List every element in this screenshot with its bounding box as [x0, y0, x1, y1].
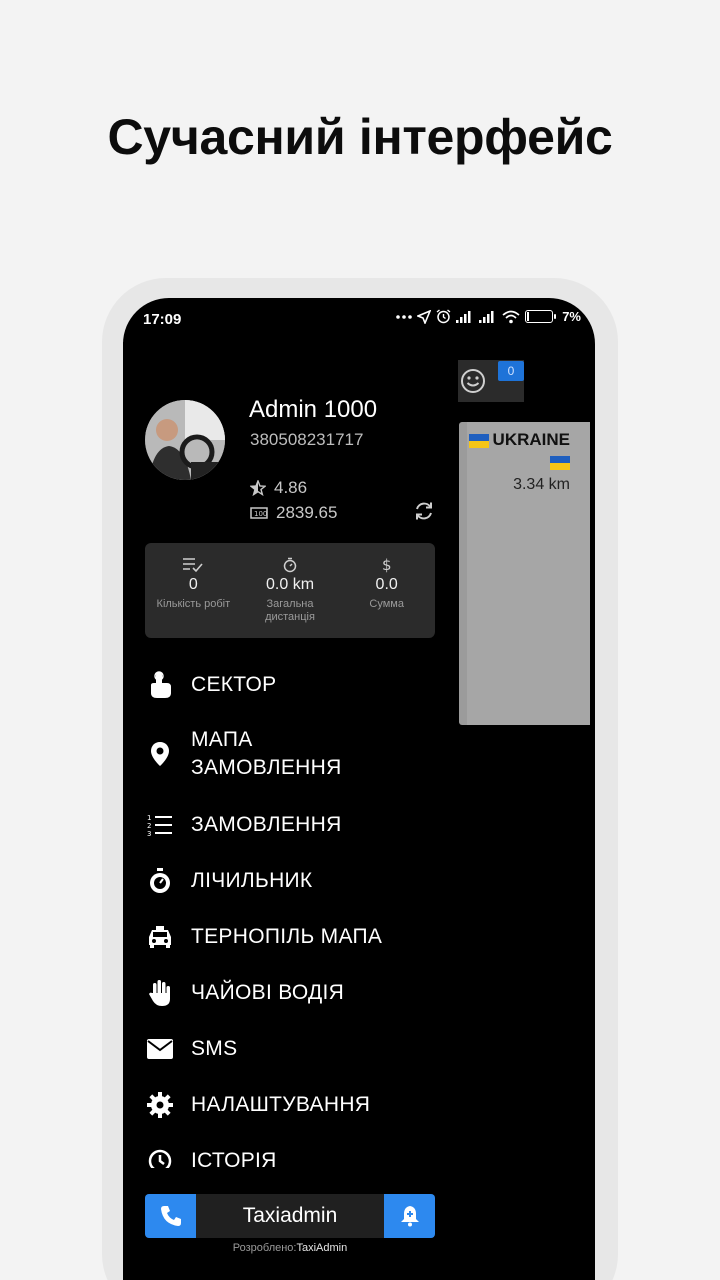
menu-item-driver-tips[interactable]: ЧАЙОВІ ВОДІЯ [145, 978, 344, 1008]
menu-item-map-orders[interactable]: МАПА ЗАМОВЛЕННЯ [145, 726, 371, 782]
credit-prefix: Розроблено: [232, 1242, 297, 1254]
alarm-icon [436, 309, 451, 324]
order-country: UKRAINE [468, 430, 570, 450]
ukraine-flag-icon [468, 433, 489, 448]
stat-jobs: 0 Кількість робіт [145, 543, 242, 638]
alert-bell-button[interactable] [384, 1194, 435, 1238]
credit-text: Розроблено:TaxiAdmin [123, 1242, 457, 1254]
page-headline: Сучасний інтерфейс [107, 109, 613, 165]
location-arrow-icon [417, 309, 432, 324]
stat-sum: $ 0.0 Сумма [338, 543, 435, 638]
refresh-icon[interactable] [413, 500, 435, 527]
stats-card: 0 Кількість робіт 0.0 km Загальна дистан… [145, 543, 435, 638]
checklist-icon [183, 558, 203, 573]
map-pin-icon [145, 739, 175, 769]
menu-item-sector[interactable]: СЕКТОР [145, 670, 276, 700]
timer-icon [283, 557, 297, 573]
order-distance: 3.34 km [513, 476, 570, 493]
signal-icon [456, 310, 474, 323]
taxi-icon [145, 922, 175, 952]
order-card[interactable]: UKRAINE 3.34 km [459, 422, 590, 725]
ukraine-flag-icon [550, 454, 570, 472]
navigation-drawer: Admin 1000 380508231717 4.86 100 2839.65… [123, 342, 457, 1280]
hand-pointer-icon [145, 670, 175, 700]
brand-title: Taxiadmin [242, 1204, 338, 1227]
menu-item-sms[interactable]: SMS [145, 1034, 237, 1064]
stat-value: 0.0 [375, 576, 398, 593]
gear-icon [145, 1090, 175, 1120]
menu-item-label: ІСТОРІЯ [191, 1149, 277, 1168]
stat-value: 0 [188, 576, 198, 593]
stat-value: 0.0 km [266, 576, 315, 593]
stat-label: Сумма [369, 598, 404, 610]
menu-item-label: ЛІЧИЛЬНИК [191, 869, 313, 892]
order-card-body: UKRAINE 3.34 km [467, 422, 590, 725]
credit-brand: TaxiAdmin [296, 1242, 348, 1254]
call-button[interactable] [145, 1194, 196, 1238]
battery-level: 7% [562, 309, 581, 324]
rating-value: 4.86 [274, 478, 308, 497]
menu-item-label: ТЕРНОПІЛЬ МАПА [191, 925, 383, 948]
numbered-list-icon: 123 [145, 810, 175, 840]
menu-item-orders[interactable]: 123 ЗАМОВЛЕННЯ [145, 810, 342, 840]
status-icons: 7% [396, 309, 581, 324]
wifi-icon [502, 310, 520, 324]
balance-value: 2839.65 [276, 503, 338, 522]
user-name: Admin 1000 [249, 396, 378, 423]
menu-item-label: СЕКТОР [191, 673, 277, 696]
signal-icon-2 [479, 310, 497, 323]
battery-icon [525, 310, 557, 323]
notification-badge: 0 [498, 361, 524, 381]
menu-item-label: НАЛАШТУВАННЯ [191, 1093, 371, 1116]
cash-icon: 100 [250, 507, 268, 519]
menu-item-counter[interactable]: ЛІЧИЛЬНИК [145, 866, 312, 896]
stat-distance: 0.0 km Загальна дистанція [242, 543, 339, 638]
menu-item-label: ЧАЙОВІ ВОДІЯ [191, 981, 345, 1004]
svg-text:100: 100 [254, 510, 267, 518]
rating-row: 4.86 [250, 478, 307, 498]
user-phone: 380508231717 [250, 430, 364, 449]
svg-text:3: 3 [147, 830, 152, 837]
drawer-menu: СЕКТОР МАПА ЗАМОВЛЕННЯ 123 ЗАМОВЛЕННЯ ЛІ… [145, 658, 445, 1168]
star-half-icon [250, 480, 266, 496]
menu-item-ternopil-map[interactable]: ТЕРНОПІЛЬ МАПА [145, 922, 382, 952]
envelope-icon [145, 1034, 175, 1064]
phone-screen: 17:09 7% 0 UKRAINE 3.34 km Admin 1000 38… [123, 298, 595, 1280]
smiley-icon [461, 369, 485, 393]
svg-text:$: $ [382, 557, 392, 573]
bell-plus-icon [400, 1206, 419, 1227]
svg-text:1: 1 [147, 814, 152, 822]
balance-row: 100 2839.65 [250, 503, 337, 523]
menu-item-label: ЗАМОВЛЕННЯ [191, 813, 342, 836]
stat-label: Загальна дистанція [265, 598, 315, 623]
more-dots-icon [396, 314, 413, 320]
menu-item-settings[interactable]: НАЛАШТУВАННЯ [145, 1090, 370, 1120]
stopwatch-icon [145, 866, 175, 896]
phone-icon [160, 1206, 181, 1226]
menu-item-history[interactable]: ІСТОРІЯ [145, 1146, 277, 1168]
menu-item-label: SMS [191, 1037, 238, 1060]
history-icon [145, 1146, 175, 1168]
bottom-bar: Taxiadmin [145, 1194, 435, 1238]
dollar-icon: $ [382, 557, 392, 573]
stat-label: Кількість робіт [156, 598, 231, 610]
svg-text:2: 2 [147, 822, 152, 830]
avatar[interactable] [145, 400, 225, 480]
hand-icon [145, 978, 175, 1008]
menu-item-label: МАПА ЗАМОВЛЕННЯ [191, 728, 342, 779]
status-time: 17:09 [143, 311, 182, 328]
